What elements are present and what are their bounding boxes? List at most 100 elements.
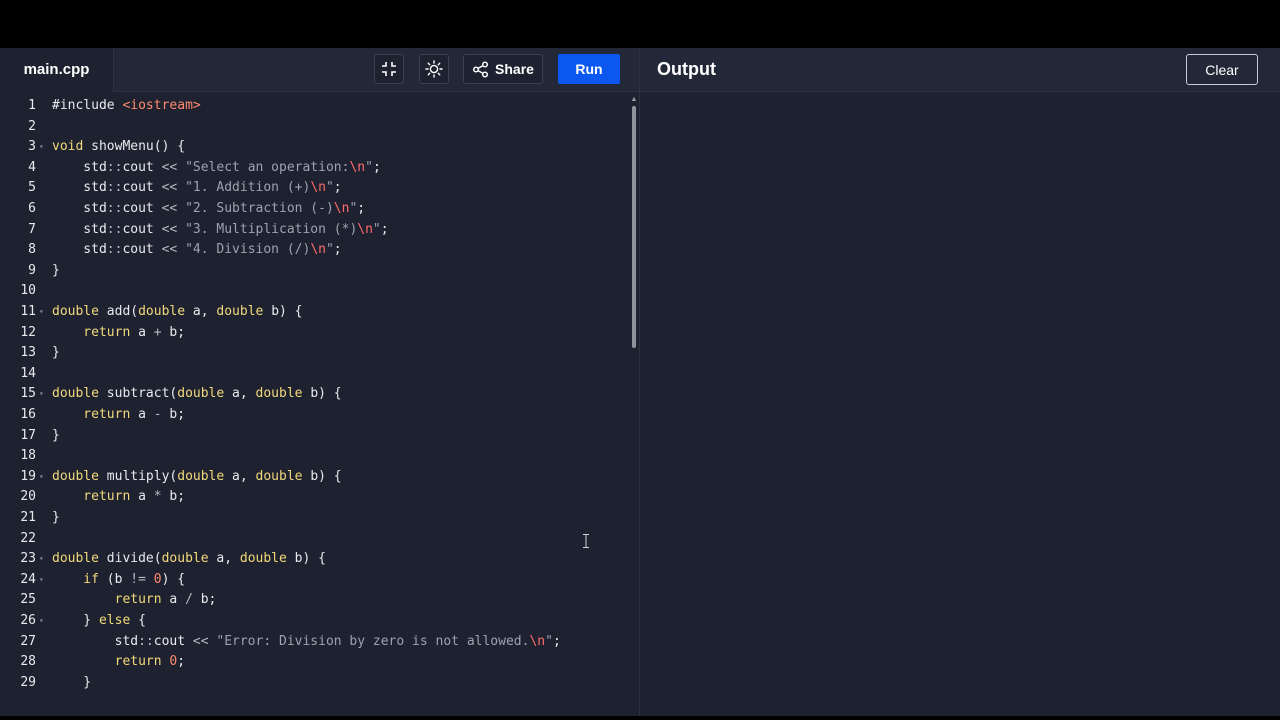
code-line[interactable]: double subtract(double a, double b) { [52, 384, 342, 405]
code-line[interactable]: double multiply(double a, double b) { [52, 467, 342, 488]
code-token: } [52, 674, 92, 690]
code-line[interactable]: return a - b; [52, 405, 185, 426]
code-line[interactable]: double divide(double a, double b) { [52, 549, 326, 570]
exit-fullscreen-button[interactable] [374, 54, 404, 84]
line-number: 4 [28, 159, 36, 175]
code-line[interactable]: return a * b; [52, 487, 185, 508]
code-line[interactable]: std::cout << "1. Addition (+)\n"; [52, 178, 341, 199]
code-line[interactable]: } [52, 343, 60, 364]
code-line[interactable]: std::cout << "3. Multiplication (*)\n"; [52, 220, 388, 241]
fold-arrow-icon[interactable]: ▾ [39, 137, 47, 158]
code-line[interactable]: #include <iostream> [52, 96, 201, 117]
line-number: 15 [20, 386, 36, 402]
code-token: a, [232, 386, 256, 402]
code-token: cout [122, 180, 162, 196]
code-token: showMenu() { [91, 139, 186, 155]
fold-arrow-icon[interactable]: ▾ [39, 570, 47, 591]
code-token: " [325, 180, 334, 196]
code-token: a [138, 407, 154, 422]
code-token: cout [122, 242, 162, 258]
code-token: b; [169, 324, 186, 340]
code-token: b; [169, 489, 186, 505]
code-line[interactable]: } [52, 673, 91, 694]
code-token: std [52, 221, 107, 237]
output-console[interactable] [640, 92, 1280, 716]
code-line[interactable]: } [52, 261, 60, 282]
code-token: " [325, 242, 334, 258]
code-token: \n [357, 221, 373, 237]
code-token: <iostream> [122, 98, 201, 113]
code-token: subtract( [106, 386, 178, 402]
code-token: << [161, 180, 186, 196]
code-token: double [138, 304, 193, 319]
code-line[interactable]: std::cout << "4. Division (/)\n"; [52, 240, 342, 261]
editor-scrollbar[interactable]: ▲ [630, 96, 638, 716]
code-token: std [52, 242, 107, 258]
fold-arrow-icon[interactable]: ▾ [39, 384, 47, 405]
code-token: std [52, 201, 107, 216]
code-token: else [98, 613, 139, 628]
line-number: 26 [20, 613, 36, 628]
code-line[interactable]: } else { [52, 611, 146, 632]
code-token: double [239, 551, 295, 567]
code-token: a [169, 592, 186, 608]
scrollbar-thumb[interactable] [632, 106, 636, 348]
code-line[interactable]: std::cout << "Select an operation:\n"; [52, 158, 380, 179]
line-number: 29 [20, 674, 36, 690]
code-token: double [255, 386, 311, 402]
line-number: 22 [20, 530, 36, 546]
code-line[interactable]: std::cout << "2. Subtraction (-)\n"; [52, 199, 365, 220]
code-token: double [161, 551, 217, 567]
code-token: "4. Division (/) [185, 242, 311, 258]
code-line[interactable]: std::cout << "Error: Division by zero is… [52, 632, 561, 653]
file-tab-main-cpp[interactable]: main.cpp [0, 48, 114, 92]
code-token: double [177, 386, 233, 402]
code-token: double [52, 304, 107, 319]
code-editor[interactable]: 1 #include <iostream> 2 3 ▾ void showMenu() {… [0, 92, 639, 716]
exit-fullscreen-icon [382, 62, 396, 76]
code-token: :: [106, 201, 123, 216]
code-token: a [138, 324, 154, 340]
code-token: { [138, 613, 146, 628]
code-token: b; [169, 407, 186, 422]
line-number: 2 [28, 118, 36, 134]
line-number: 5 [28, 180, 36, 196]
fold-arrow-icon[interactable]: ▾ [39, 467, 47, 488]
line-number: 3 [28, 139, 36, 155]
code-line[interactable]: if (b != 0) { [52, 570, 185, 591]
fold-arrow-icon[interactable]: ▾ [39, 302, 47, 323]
line-number: 7 [28, 221, 36, 237]
code-token: ) { [161, 571, 186, 587]
code-token: :: [106, 180, 123, 196]
code-token: :: [106, 159, 123, 175]
code-token: / [185, 592, 201, 608]
code-line[interactable]: } [52, 426, 60, 447]
code-token: double [52, 386, 107, 402]
run-button[interactable]: Run [558, 54, 620, 84]
output-header: Output Clear [640, 48, 1280, 92]
code-line[interactable]: } [52, 508, 60, 529]
code-token: << [192, 633, 217, 649]
code-token: return [52, 592, 170, 608]
code-token: b; [200, 592, 217, 608]
code-token: a [138, 489, 154, 505]
editor-toolbar: main.cpp Share Run [0, 48, 639, 92]
code-line[interactable]: return a / b; [52, 590, 217, 611]
scroll-up-arrow-icon[interactable]: ▲ [630, 96, 638, 104]
code-line[interactable]: double add(double a, double b) { [52, 302, 303, 323]
code-token: << [161, 221, 186, 237]
code-token: "1. Addition (+) [185, 180, 311, 196]
code-token: << [161, 201, 186, 216]
share-button[interactable]: Share [463, 54, 543, 84]
code-token: "2. Subtraction (-) [185, 201, 334, 216]
clear-button[interactable]: Clear [1186, 54, 1258, 85]
code-token: double [52, 468, 107, 484]
fold-arrow-icon[interactable]: ▾ [39, 549, 47, 570]
code-line[interactable]: return 0; [52, 652, 185, 673]
code-token: + [153, 324, 170, 340]
code-line[interactable]: void showMenu() { [52, 137, 185, 158]
fold-arrow-icon[interactable]: ▾ [39, 611, 47, 632]
code-token: ; [333, 242, 342, 258]
code-line[interactable]: return a + b; [52, 323, 185, 344]
theme-toggle-button[interactable] [419, 54, 449, 84]
